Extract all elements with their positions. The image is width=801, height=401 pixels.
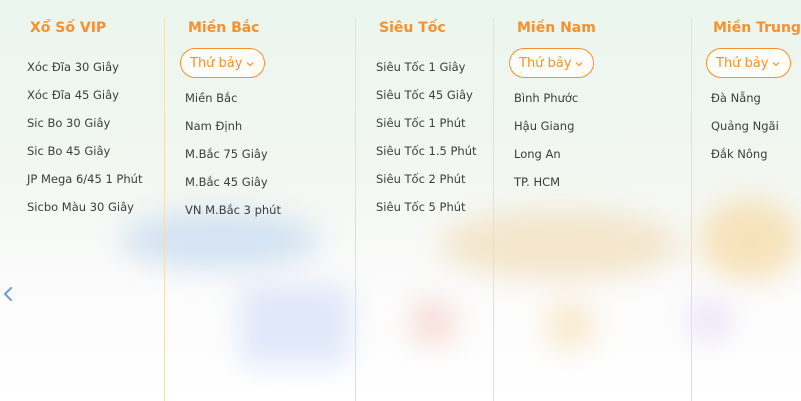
column-title: Xổ Số VIP <box>30 20 107 36</box>
lottery-mega-menu: Xổ Số VIP Xóc Đĩa 30 Giây Xóc Đĩa 45 Giâ… <box>0 0 801 401</box>
menu-link[interactable]: Hậu Giang <box>514 112 578 140</box>
column-links: Xóc Đĩa 30 Giây Xóc Đĩa 45 Giây Sic Bo 3… <box>27 53 142 221</box>
day-select[interactable]: Thứ bảy <box>180 48 265 78</box>
menu-link[interactable]: Xóc Đĩa 30 Giây <box>27 53 142 81</box>
column-title: Siêu Tốc <box>379 20 446 36</box>
column-mien-nam: Miền Nam Thứ bảy Bình Phước Hậu Giang Lo… <box>494 0 691 401</box>
menu-link[interactable]: Xóc Đĩa 45 Giây <box>27 81 142 109</box>
column-links: Miền Bắc Nam Định M.Bắc 75 Giây M.Bắc 45… <box>185 84 281 224</box>
column-links: Siêu Tốc 1 Giây Siêu Tốc 45 Giây Siêu Tố… <box>376 53 477 221</box>
column-title: Miền Nam <box>517 20 596 36</box>
menu-link[interactable]: Quảng Ngãi <box>711 112 779 140</box>
menu-link[interactable]: Sicbo Màu 30 Giây <box>27 193 142 221</box>
menu-link[interactable]: Siêu Tốc 5 Phút <box>376 193 477 221</box>
day-select-value: Thứ bảy <box>519 55 572 71</box>
menu-link[interactable]: TP. HCM <box>514 168 578 196</box>
column-links: Bình Phước Hậu Giang Long An TP. HCM <box>514 84 578 196</box>
menu-link[interactable]: Đà Nẵng <box>711 84 779 112</box>
menu-link[interactable]: Đắk Nông <box>711 140 779 168</box>
menu-link[interactable]: Sic Bo 30 Giây <box>27 109 142 137</box>
chevron-down-icon <box>772 62 780 67</box>
day-select-value: Thứ bảy <box>716 55 769 71</box>
column-sieu-toc: Siêu Tốc Siêu Tốc 1 Giây Siêu Tốc 45 Giâ… <box>356 0 493 401</box>
day-select[interactable]: Thứ bảy <box>706 48 791 78</box>
menu-link[interactable]: VN M.Bắc 3 phút <box>185 196 281 224</box>
menu-link[interactable]: Bình Phước <box>514 84 578 112</box>
menu-link[interactable]: M.Bắc 45 Giây <box>185 168 281 196</box>
menu-link[interactable]: M.Bắc 75 Giây <box>185 140 281 168</box>
menu-link[interactable]: Sic Bo 45 Giây <box>27 137 142 165</box>
chevron-down-icon <box>246 62 254 67</box>
column-title: Miền Trung <box>713 20 801 36</box>
menu-link[interactable]: JP Mega 6/45 1 Phút <box>27 165 142 193</box>
chevron-down-icon <box>575 62 583 67</box>
menu-link[interactable]: Long An <box>514 140 578 168</box>
column-links: Đà Nẵng Quảng Ngãi Đắk Nông <box>711 84 779 168</box>
menu-link[interactable]: Siêu Tốc 1 Giây <box>376 53 477 81</box>
column-title: Miền Bắc <box>188 20 260 36</box>
column-mien-bac: Miền Bắc Thứ bảy Miền Bắc Nam Định M.Bắc… <box>165 0 355 401</box>
column-mien-trung: Miền Trung Thứ bảy Đà Nẵng Quảng Ngãi Đắ… <box>692 0 801 401</box>
menu-link[interactable]: Siêu Tốc 45 Giây <box>376 81 477 109</box>
day-select[interactable]: Thứ bảy <box>509 48 594 78</box>
column-xo-so-vip: Xổ Số VIP Xóc Đĩa 30 Giây Xóc Đĩa 45 Giâ… <box>0 0 164 401</box>
menu-link[interactable]: Nam Định <box>185 112 281 140</box>
menu-link[interactable]: Siêu Tốc 1 Phút <box>376 109 477 137</box>
menu-link[interactable]: Siêu Tốc 2 Phút <box>376 165 477 193</box>
menu-link[interactable]: Miền Bắc <box>185 84 281 112</box>
day-select-value: Thứ bảy <box>190 55 243 71</box>
menu-link[interactable]: Siêu Tốc 1.5 Phút <box>376 137 477 165</box>
